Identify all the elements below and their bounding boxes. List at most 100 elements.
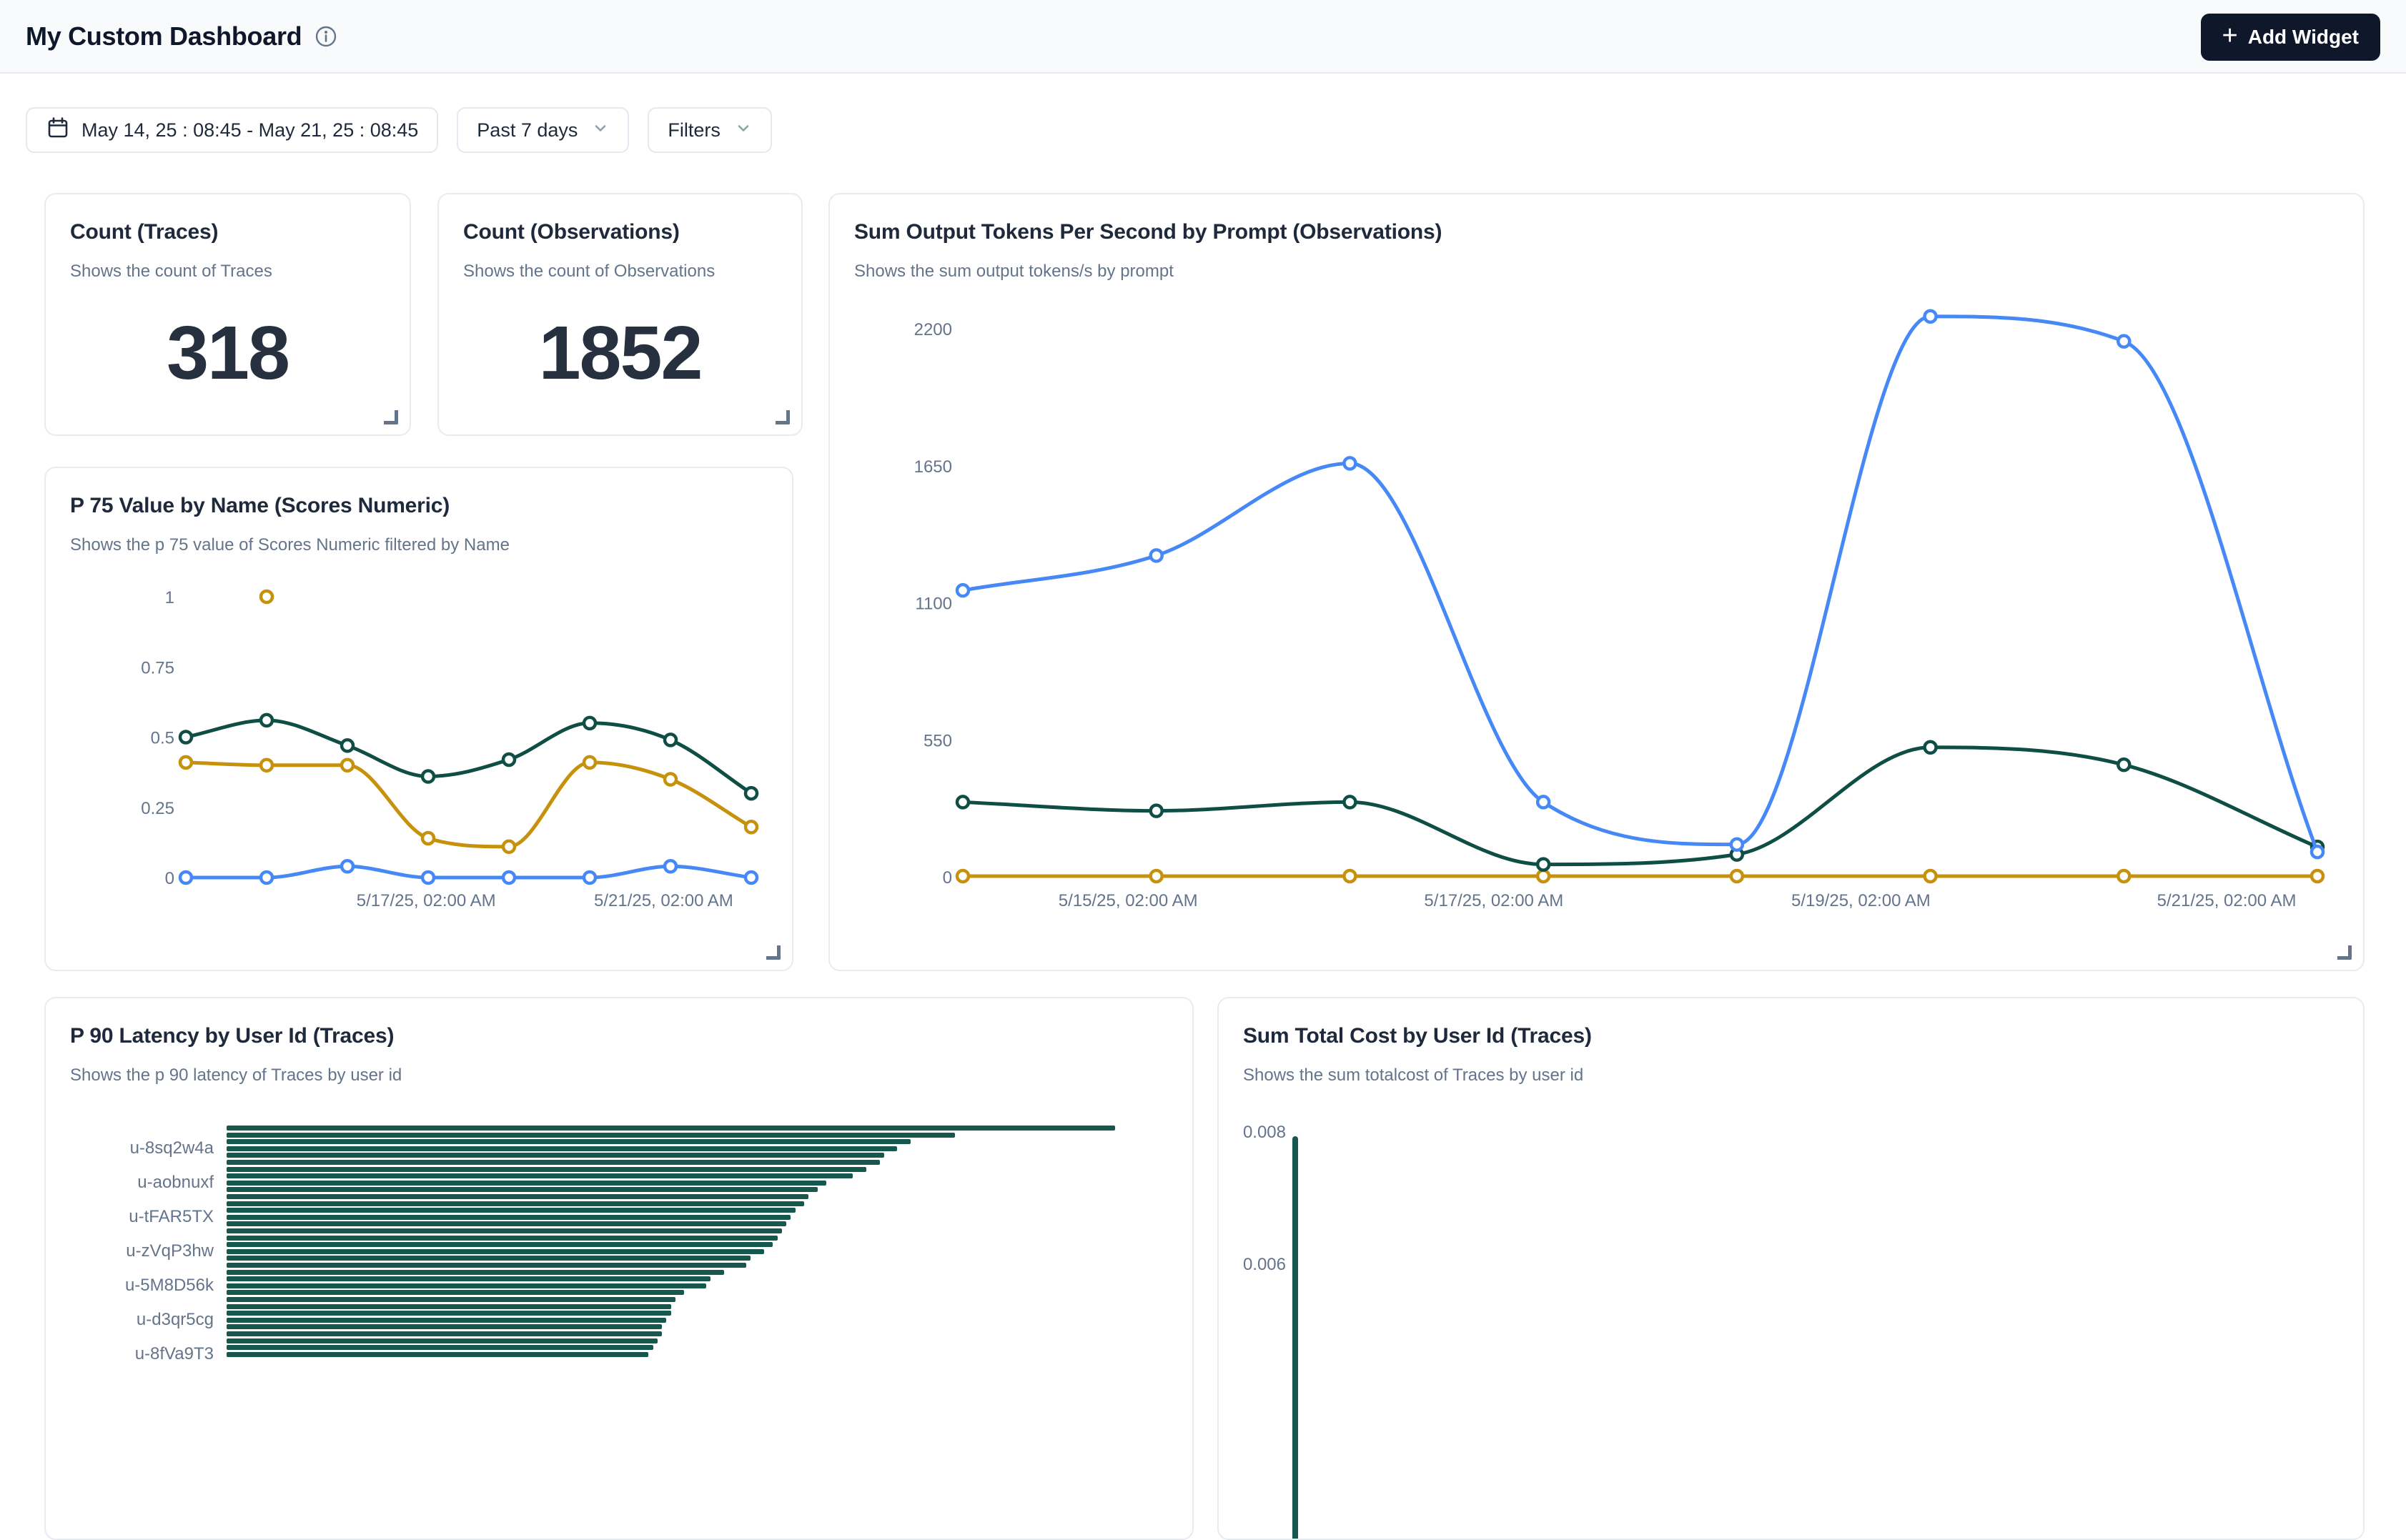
date-range-picker[interactable]: May 14, 25 : 08:45 - May 21, 25 : 08:45 <box>26 107 438 153</box>
data-point-marker <box>2118 759 2129 770</box>
data-point-marker <box>746 872 757 883</box>
data-point-marker <box>1538 796 1549 808</box>
bar <box>227 1173 853 1178</box>
bar <box>227 1215 791 1220</box>
data-point-marker <box>342 760 353 771</box>
bar <box>227 1208 796 1213</box>
widget-card-p75-value: P 75 Value by Name (Scores Numeric) Show… <box>44 467 793 971</box>
data-point-marker <box>1538 870 1549 882</box>
y-tick-label: 0.25 <box>141 799 174 818</box>
data-point-marker <box>665 734 676 745</box>
p75-line-chart[interactable]: 00.250.50.7515/17/25, 02:00 AM5/21/25, 0… <box>46 554 795 973</box>
data-point-marker <box>1151 870 1162 882</box>
widget-card-p90-latency: P 90 Latency by User Id (Traces) Shows t… <box>44 997 1194 1540</box>
data-point-marker <box>584 717 595 729</box>
time-preset-dropdown[interactable]: Past 7 days <box>457 107 629 153</box>
count-traces-value: 318 <box>70 310 385 397</box>
bar <box>227 1290 684 1295</box>
data-point-marker <box>422 872 434 883</box>
widget-subtitle: Shows the p 90 latency of Traces by user… <box>70 1065 1168 1086</box>
line-series-blue <box>963 317 2317 852</box>
bar <box>227 1236 778 1241</box>
bar <box>227 1187 818 1192</box>
x-tick-label: 5/21/25, 02:00 AM <box>2157 891 2297 910</box>
bar <box>227 1242 773 1247</box>
filters-dropdown[interactable]: Filters <box>648 107 772 153</box>
filters-label: Filters <box>668 119 721 141</box>
widget-title: P 90 Latency by User Id (Traces) <box>70 1024 1168 1048</box>
data-point-marker <box>957 585 969 596</box>
bar-label: u-5M8D56k <box>46 1276 214 1296</box>
resize-handle-icon[interactable] <box>384 410 398 424</box>
x-tick-label: 5/17/25, 02:00 AM <box>357 891 496 910</box>
widget-title: Sum Output Tokens Per Second by Prompt (… <box>854 220 2339 244</box>
data-point-marker <box>261 715 272 726</box>
data-point-marker <box>503 754 515 765</box>
data-point-marker <box>2118 336 2129 347</box>
bar <box>227 1263 746 1268</box>
y-tick-label: 0 <box>165 869 174 888</box>
tokens-line-chart[interactable]: 05501100165022005/15/25, 02:00 AM5/17/25… <box>830 302 2366 959</box>
y-tick-label: 0.75 <box>141 658 174 677</box>
data-point-marker <box>1344 796 1355 808</box>
chevron-down-icon <box>735 119 752 141</box>
widget-subtitle: Shows the count of Traces <box>70 262 385 282</box>
bar <box>1292 1136 1298 1539</box>
widget-card-tokens-per-second: Sum Output Tokens Per Second by Prompt (… <box>828 193 2365 971</box>
calendar-icon <box>46 116 70 145</box>
info-icon[interactable] <box>315 25 337 48</box>
data-point-marker <box>584 757 595 768</box>
bar <box>227 1221 786 1226</box>
bar <box>227 1201 804 1206</box>
data-point-marker <box>665 773 676 785</box>
widget-title: Count (Observations) <box>463 220 777 244</box>
bar <box>227 1160 880 1165</box>
data-point-marker <box>261 591 272 602</box>
bar <box>227 1324 662 1329</box>
data-point-marker <box>2312 870 2323 882</box>
y-tick-label: 550 <box>924 731 952 750</box>
data-point-marker <box>2118 870 2129 882</box>
resize-handle-icon[interactable] <box>2337 945 2352 960</box>
x-tick-label: 5/21/25, 02:00 AM <box>594 891 733 910</box>
bar <box>227 1345 653 1350</box>
widget-subtitle: Shows the sum output tokens/s by prompt <box>854 262 2339 282</box>
page-title: My Custom Dashboard <box>26 21 302 51</box>
data-point-marker <box>1151 805 1162 817</box>
x-tick-label: 5/19/25, 02:00 AM <box>1791 891 1931 910</box>
resize-handle-icon[interactable] <box>776 410 790 424</box>
line-series-dark-green <box>963 747 2317 865</box>
data-point-marker <box>746 788 757 799</box>
bar <box>227 1270 724 1275</box>
cost-bar-chart[interactable]: 0.008 0.006 <box>1219 998 2363 1539</box>
bar <box>227 1139 911 1144</box>
add-widget-button[interactable]: + Add Widget <box>2201 14 2380 61</box>
y-tick-label: 0.006 <box>1219 1255 1286 1275</box>
data-point-marker <box>503 841 515 853</box>
resize-handle-icon[interactable] <box>766 945 781 960</box>
data-point-marker <box>1538 859 1549 870</box>
widget-title: Count (Traces) <box>70 220 385 244</box>
bar <box>227 1276 711 1281</box>
data-point-marker <box>422 833 434 844</box>
dashboard-header: My Custom Dashboard + Add Widget <box>0 0 2406 74</box>
bar <box>227 1181 826 1186</box>
widget-title: P 75 Value by Name (Scores Numeric) <box>70 494 768 518</box>
bar <box>227 1126 1115 1131</box>
x-tick-label: 5/15/25, 02:00 AM <box>1059 891 1198 910</box>
add-widget-label: Add Widget <box>2248 26 2359 49</box>
data-point-marker <box>957 796 969 808</box>
bar <box>227 1256 751 1261</box>
count-observations-value: 1852 <box>463 310 777 397</box>
bar <box>227 1304 671 1309</box>
data-point-marker <box>180 732 192 743</box>
bar <box>227 1133 955 1138</box>
data-point-marker <box>1925 870 1936 882</box>
bar <box>227 1228 782 1233</box>
p90-bar-chart[interactable]: u-8sq2w4au-aobnuxfu-tFAR5TXu-zVqP3hwu-5M… <box>46 1123 1192 1502</box>
y-tick-label: 0.008 <box>1219 1123 1286 1143</box>
bar <box>227 1194 808 1199</box>
data-point-marker <box>1731 870 1743 882</box>
plus-icon: + <box>2222 22 2238 49</box>
data-point-marker <box>1344 457 1355 469</box>
